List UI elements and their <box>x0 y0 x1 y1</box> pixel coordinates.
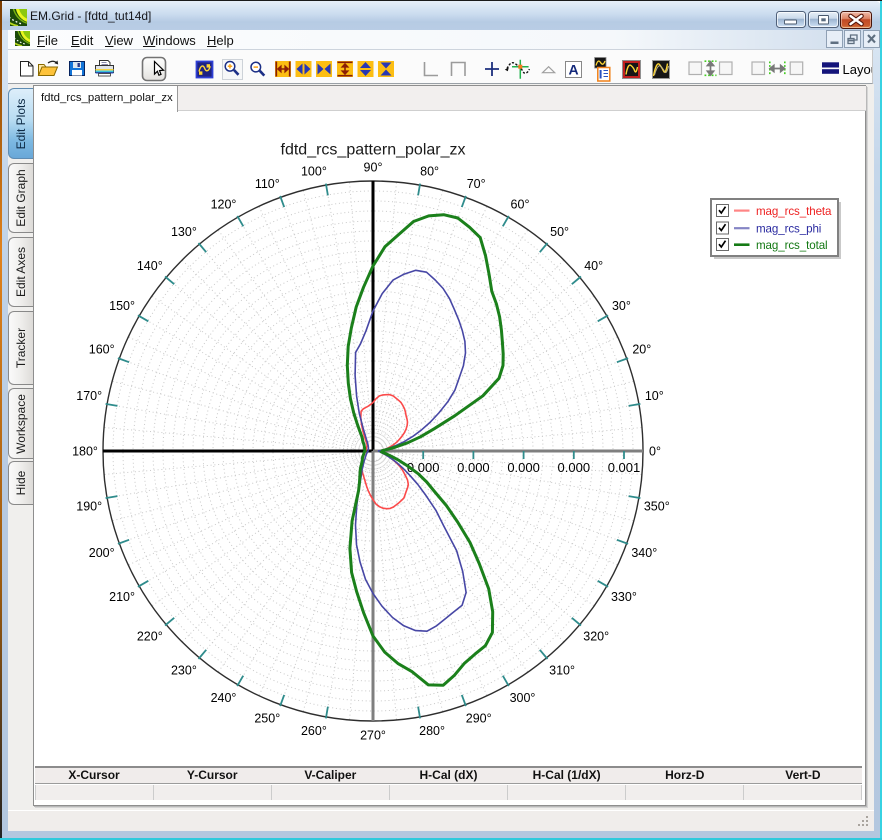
svg-text:200°: 200° <box>89 546 115 560</box>
svg-text:220°: 220° <box>137 629 163 643</box>
svg-text:0°: 0° <box>649 444 661 458</box>
svg-text:30°: 30° <box>612 299 631 313</box>
svg-text:100°: 100° <box>301 165 327 179</box>
svg-text:50°: 50° <box>550 225 569 239</box>
svg-text:280°: 280° <box>419 724 445 738</box>
svg-text:0.001: 0.001 <box>608 460 641 475</box>
svg-text:60°: 60° <box>511 197 530 211</box>
svg-text:140°: 140° <box>137 259 163 273</box>
svg-text:290°: 290° <box>466 712 492 726</box>
svg-text:250°: 250° <box>254 712 280 726</box>
svg-text:110°: 110° <box>255 177 280 191</box>
svg-text:240°: 240° <box>211 691 237 705</box>
svg-text:mag_rcs_total: mag_rcs_total <box>756 239 828 252</box>
svg-text:230°: 230° <box>171 664 197 678</box>
svg-text:A: A <box>568 62 578 78</box>
svg-text:170°: 170° <box>76 389 102 403</box>
svg-text:350°: 350° <box>644 499 670 513</box>
svg-text:320°: 320° <box>583 629 609 643</box>
svg-text:160°: 160° <box>89 343 115 357</box>
svg-text:40°: 40° <box>584 259 603 273</box>
svg-text:260°: 260° <box>301 724 327 738</box>
svg-text:120°: 120° <box>211 197 237 211</box>
svg-text:210°: 210° <box>109 590 135 604</box>
svg-text:70°: 70° <box>467 177 486 191</box>
svg-text:mag_rcs_phi: mag_rcs_phi <box>756 223 821 236</box>
svg-text:270°: 270° <box>360 728 386 742</box>
svg-text:0.000: 0.000 <box>558 460 591 475</box>
svg-text:80°: 80° <box>420 165 439 179</box>
svg-text:mag_rcs_theta: mag_rcs_theta <box>756 205 832 218</box>
svg-text:Layout: Layout <box>843 62 873 77</box>
svg-text:190°: 190° <box>76 499 102 513</box>
svg-text:0.000: 0.000 <box>457 460 490 475</box>
svg-text:10°: 10° <box>645 389 664 403</box>
svg-text:300°: 300° <box>510 691 536 705</box>
svg-text:310°: 310° <box>549 664 575 678</box>
svg-text:fdtd_rcs_pattern_polar_zx: fdtd_rcs_pattern_polar_zx <box>281 142 466 159</box>
svg-text:180°: 180° <box>72 444 98 458</box>
svg-text:330°: 330° <box>611 590 637 604</box>
svg-text:90°: 90° <box>364 160 383 174</box>
svg-text:150°: 150° <box>109 299 135 313</box>
svg-text:130°: 130° <box>171 225 197 239</box>
svg-text:340°: 340° <box>631 546 657 560</box>
svg-text:0.000: 0.000 <box>507 460 540 475</box>
svg-text:20°: 20° <box>632 343 651 357</box>
